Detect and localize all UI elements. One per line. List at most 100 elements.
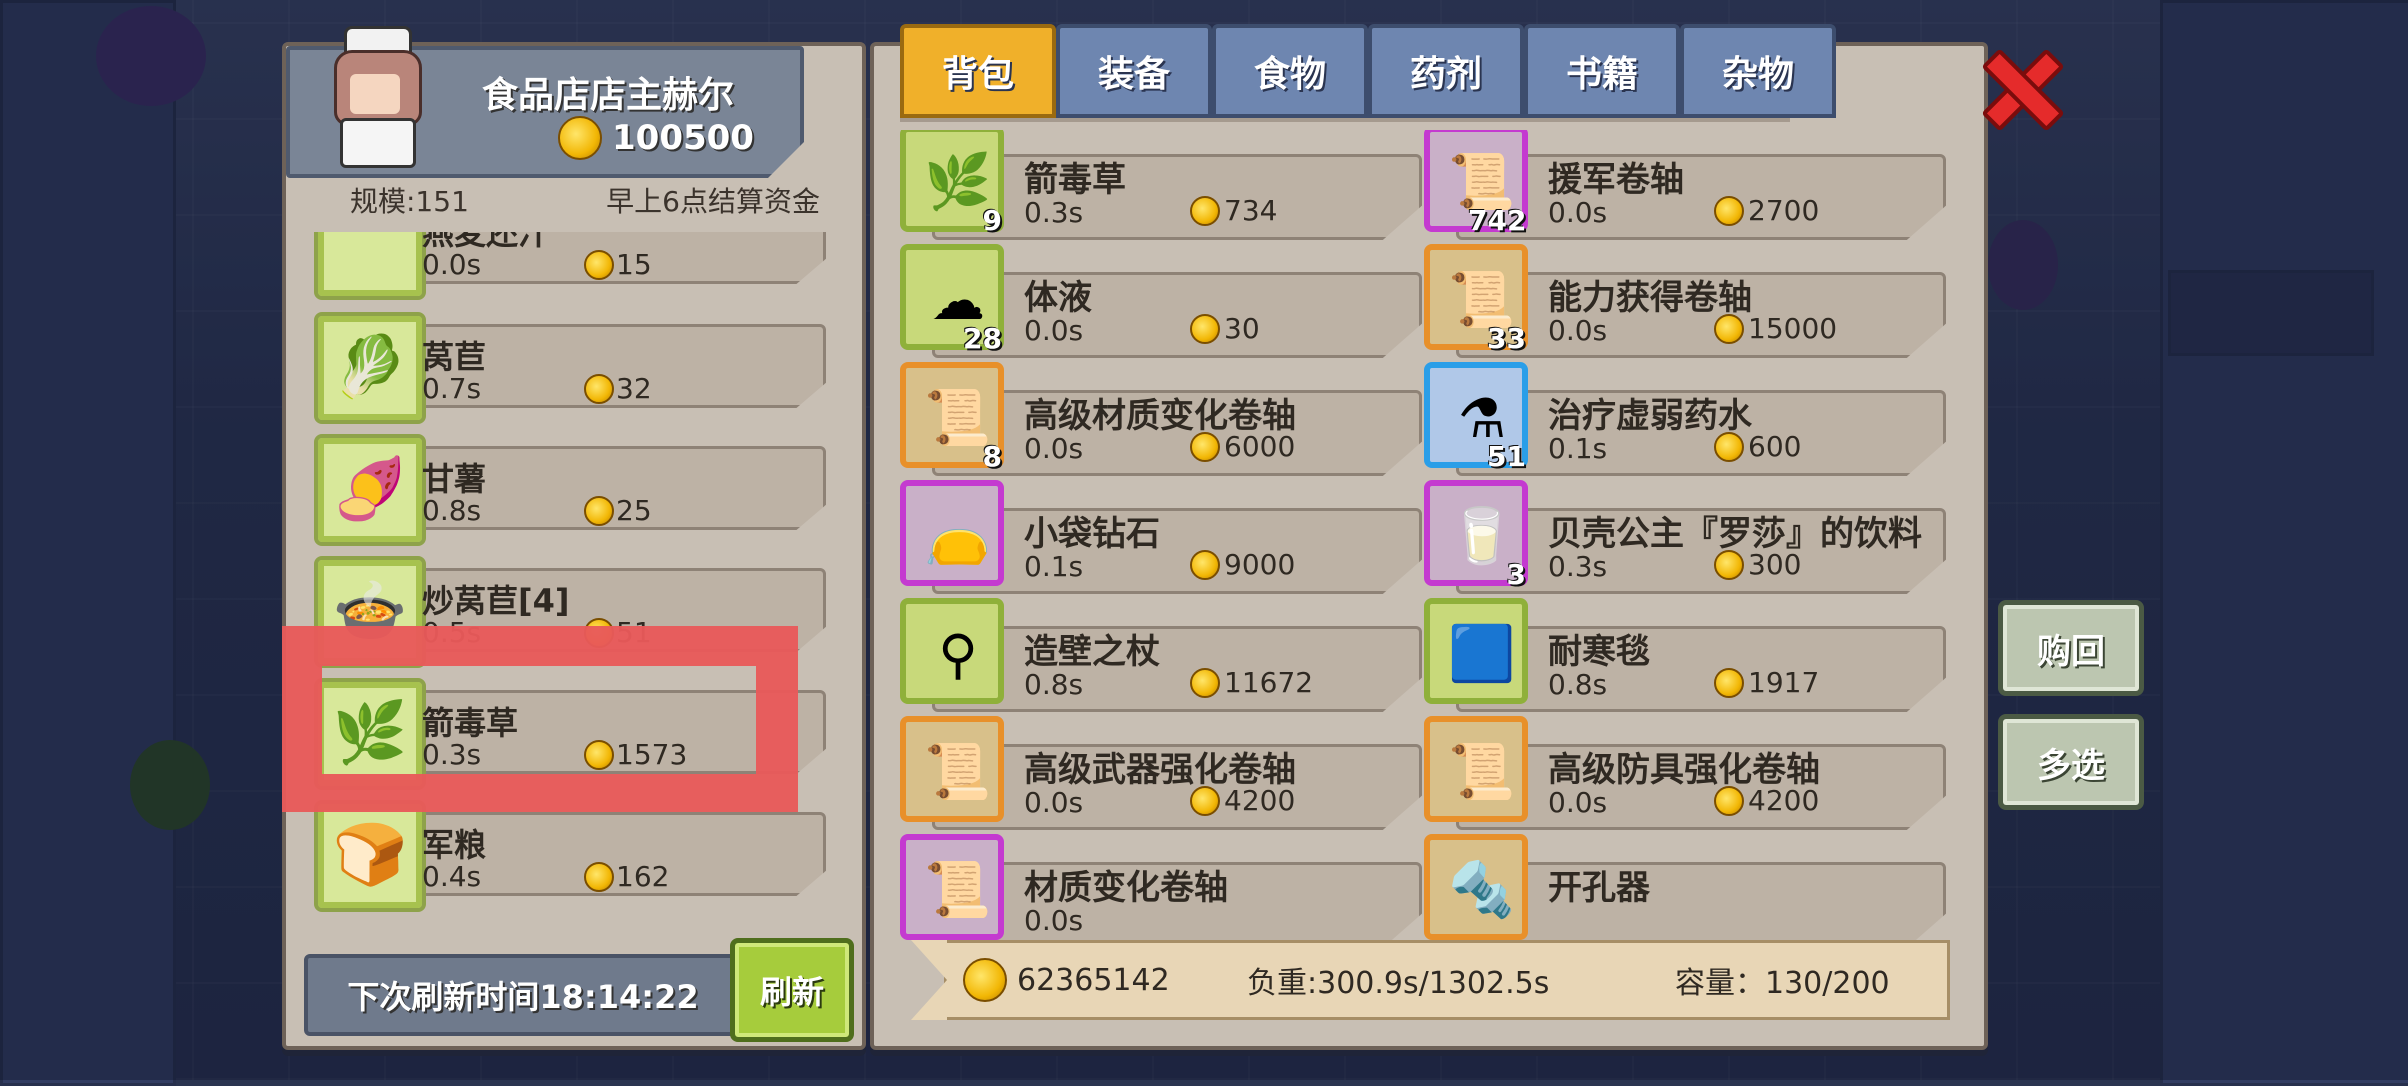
item-price: 32	[584, 372, 652, 405]
tab-backpack[interactable]: 背包	[900, 24, 1056, 118]
merchant-money-value: 100500	[612, 118, 754, 158]
inventory-tabs: 背包 装备 食物 药剂 书籍 杂物	[900, 24, 1836, 118]
inventory-item[interactable]: 📜 材质变化卷轴 0.0s	[900, 834, 1422, 948]
coin-icon	[963, 958, 1007, 1002]
scroll-green-icon: 📜	[900, 716, 1004, 822]
coin-icon	[1190, 313, 1220, 344]
inventory-item[interactable]: 👝 小袋钻石 0.1s 9000	[900, 480, 1422, 594]
item-time: 0.3s	[1024, 196, 1084, 229]
staff-icon: ⚲	[900, 598, 1004, 704]
item-time: 0.8s	[1024, 668, 1084, 701]
item-time: 0.8s	[422, 494, 482, 527]
shop-panel: 食品店店主赫尔 100500 规模:151 早上6点结算资金 燕麦还汁 0.0s…	[282, 26, 866, 1050]
merchant-money: 100500	[558, 116, 754, 160]
item-time: 0.1s	[1024, 550, 1084, 583]
item-time: 0.0s	[1548, 196, 1608, 229]
shop-item[interactable]: 燕麦还汁 0.0s 15	[314, 232, 826, 300]
coin-icon	[1190, 549, 1220, 580]
sweet-potato-icon: 🍠	[314, 434, 426, 546]
item-quantity: 9	[982, 204, 1002, 237]
inventory-item[interactable]: 🔩 开孔器	[1424, 834, 1946, 948]
buyback-button[interactable]: 购回	[1998, 600, 2144, 696]
item-time: 0.0s	[1024, 432, 1084, 465]
shop-item-list[interactable]: 燕麦还汁 0.0s 15 🥬 莴苣 0.7s 32 🍠 甘薯 0.8s 25 🍲…	[314, 232, 834, 948]
coin-icon	[1190, 431, 1220, 462]
coin-icon	[558, 116, 602, 160]
item-quantity: 3	[1506, 558, 1526, 591]
coin-icon	[584, 249, 614, 280]
capacity: 容量：130/200	[1675, 966, 1890, 1001]
ration-icon: 🍞	[314, 800, 426, 912]
item-price: 6000	[1190, 430, 1295, 463]
coin-icon	[1190, 195, 1220, 226]
item-price: 734	[1190, 194, 1277, 227]
inventory-item[interactable]: 🌿 9 箭毒草 0.3s 734	[900, 130, 1422, 240]
drill-icon: 🔩	[1424, 834, 1528, 940]
item-time: 0.3s	[1548, 550, 1608, 583]
inventory-item[interactable]: 🟦 耐寒毯 0.8s 1917	[1424, 598, 1946, 712]
tab-misc[interactable]: 杂物	[1680, 24, 1836, 118]
item-time: 0.8s	[1548, 668, 1608, 701]
scroll-green-icon: 📜	[1424, 716, 1528, 822]
item-quantity: 51	[1487, 440, 1526, 473]
inventory-item[interactable]: ☁ 28 体液 0.0s 30	[900, 244, 1422, 358]
item-price: 15000	[1714, 312, 1837, 345]
refresh-button[interactable]: 刷新	[730, 938, 854, 1042]
item-price: 4200	[1190, 784, 1295, 817]
blanket-icon: 🟦	[1424, 598, 1528, 704]
item-price: 15	[584, 248, 652, 281]
item-time: 0.0s	[1024, 314, 1084, 347]
coin-icon	[1714, 313, 1744, 344]
coin-icon	[1714, 431, 1744, 462]
item-price: 2700	[1714, 194, 1819, 227]
multi-select-button[interactable]: 多选	[1998, 714, 2144, 810]
item-quantity: 742	[1468, 204, 1527, 237]
coin-icon	[1714, 785, 1744, 816]
item-quantity: 8	[982, 440, 1002, 473]
item-time: 0.0s	[1024, 786, 1084, 819]
item-time: 0.0s	[422, 248, 482, 281]
inventory-item[interactable]: 🥛 3 贝壳公主『罗莎』的饮料 0.3s 300	[1424, 480, 1946, 594]
inventory-item[interactable]: ⚗ 51 治疗虚弱药水 0.1s 600	[1424, 362, 1946, 476]
tab-potion[interactable]: 药剂	[1368, 24, 1524, 118]
item-name: 开孔器	[1548, 868, 1650, 908]
merchant-header: 食品店店主赫尔 100500	[286, 26, 804, 178]
item-name: 材质变化卷轴	[1024, 868, 1228, 908]
shop-item[interactable]: 🥬 莴苣 0.7s 32	[314, 312, 826, 424]
inventory-item[interactable]: ⚲ 造壁之杖 0.8s 11672	[900, 598, 1422, 712]
item-price: 300	[1714, 548, 1801, 581]
shop-item[interactable]: 🍞 军粮 0.4s 162	[314, 800, 826, 912]
tab-equipment[interactable]: 装备	[1056, 24, 1212, 118]
item-time: 0.4s	[422, 860, 482, 893]
inventory-item[interactable]: 📜 高级防具强化卷轴 0.0s 4200	[1424, 716, 1946, 830]
item-time: 0.0s	[1548, 314, 1608, 347]
scroll-brown-icon: 📜	[900, 834, 1004, 940]
inventory-item[interactable]: 📜 高级武器强化卷轴 0.0s 4200	[900, 716, 1422, 830]
item-time: 0.0s	[1024, 904, 1084, 937]
coin-icon	[584, 861, 614, 892]
item-price: 30	[1190, 312, 1260, 345]
inventory-item[interactable]: 📜 33 能力获得卷轴 0.0s 15000	[1424, 244, 1946, 358]
shop-info: 规模:151 早上6点结算资金	[350, 180, 820, 220]
close-icon[interactable]	[1984, 48, 2054, 124]
diamond-bag-icon: 👝	[900, 480, 1004, 586]
shop-scale: 规模:151	[350, 185, 469, 218]
coin-icon	[584, 373, 614, 404]
coin-icon	[1190, 667, 1220, 698]
item-price: 162	[584, 860, 669, 893]
merchant-name: 食品店店主赫尔	[482, 75, 735, 116]
inventory-grid[interactable]: 🌿 9 箭毒草 0.3s 734 📜 742 援军卷轴 0.0s 2700 ☁ 28 体液 0.0s 30 📜…	[900, 130, 1960, 956]
item-price: 4200	[1714, 784, 1819, 817]
lettuce-icon: 🥬	[314, 312, 426, 424]
inventory-footer: 62365142 负重:300.9s/1302.5s 容量：130/200	[911, 940, 1950, 1020]
inventory-item[interactable]: 📜 742 援军卷轴 0.0s 2700	[1424, 130, 1946, 240]
inventory-item[interactable]: 📜 8 高级材质变化卷轴 0.0s 6000	[900, 362, 1422, 476]
item-quantity: 33	[1487, 322, 1526, 355]
coin-icon	[1714, 549, 1744, 580]
shop-item[interactable]: 🍠 甘薯 0.8s 25	[314, 434, 826, 546]
tab-food[interactable]: 食物	[1212, 24, 1368, 118]
weight-load: 负重:300.9s/1302.5s	[1247, 966, 1550, 1001]
tab-books[interactable]: 书籍	[1524, 24, 1680, 118]
selection-highlight	[282, 626, 798, 812]
item-price: 1917	[1714, 666, 1819, 699]
